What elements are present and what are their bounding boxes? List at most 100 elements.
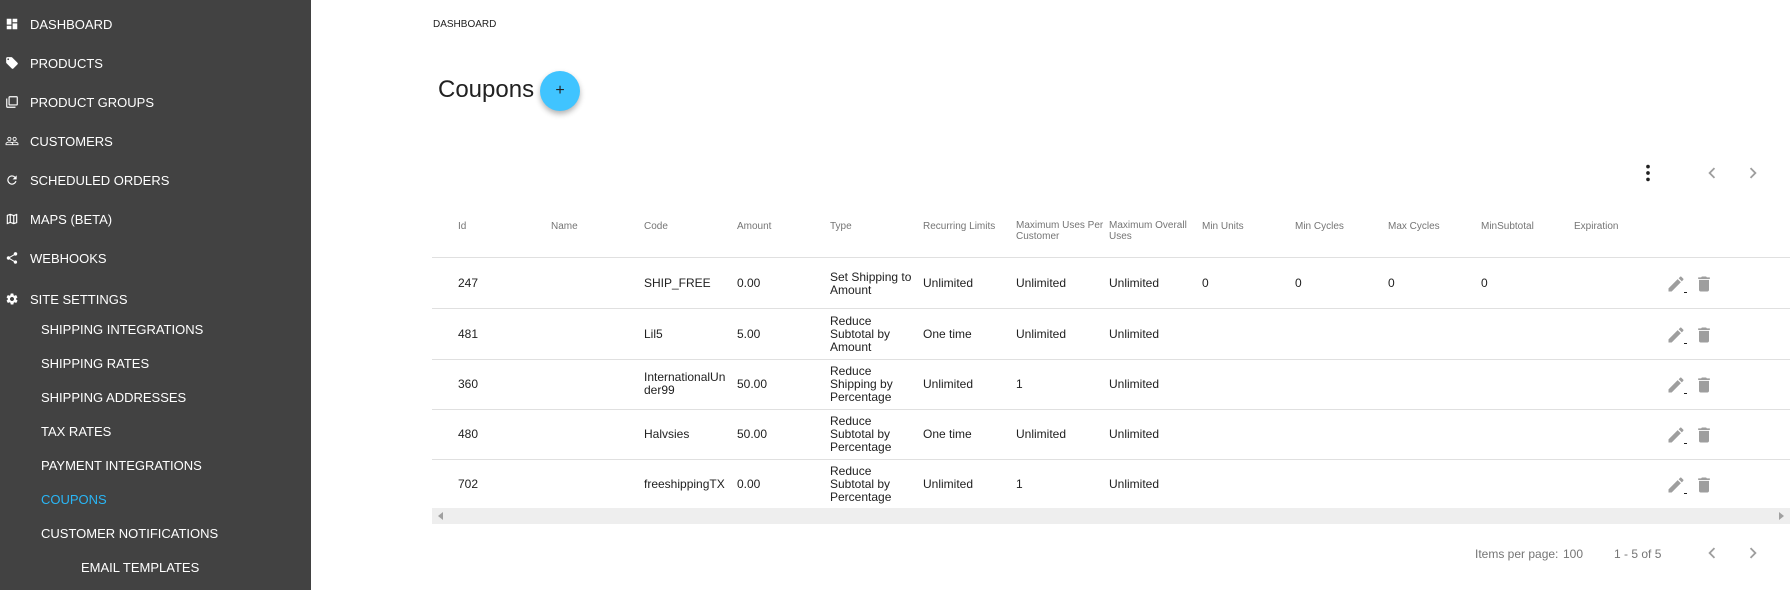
sidebar-item-email-templates[interactable]: EMAIL TEMPLATES	[81, 552, 199, 582]
table-row[interactable]: 481 Lil5 5.00 Reduce Subtotal by Amount …	[432, 310, 1790, 360]
cell-max-overall-uses: Unlimited	[1109, 427, 1160, 441]
delete-button[interactable]	[1692, 423, 1716, 447]
trash-icon	[1698, 327, 1710, 343]
edit-button[interactable]	[1664, 272, 1688, 296]
sidebar-item-label: CUSTOMERS	[30, 133, 113, 149]
cell-recurring-limits: One time	[923, 427, 972, 441]
cell-type: Reduce Subtotal by Percentage	[830, 464, 892, 504]
cell-amount: 0.00	[737, 276, 761, 290]
cell-recurring-limits: Unlimited	[923, 276, 974, 290]
page-title: Coupons	[438, 76, 535, 103]
page-range-label: 1 - 5 of 5	[1614, 547, 1662, 561]
sidebar-item-maps[interactable]: MAPS (BETA)	[0, 204, 112, 234]
sidebar-item-dashboard[interactable]: DASHBOARD	[0, 9, 112, 39]
edit-button[interactable]	[1664, 373, 1688, 397]
column-header-min-units[interactable]: Min Units	[1202, 221, 1292, 232]
map-icon	[5, 212, 19, 226]
column-header-code[interactable]: Code	[644, 221, 734, 232]
cell-max-cycles: 0	[1388, 276, 1395, 290]
breadcrumb[interactable]: DASHBOARD	[433, 19, 496, 30]
add-coupon-button[interactable]: +	[540, 71, 580, 111]
column-header-amount[interactable]: Amount	[737, 221, 827, 232]
column-header-expiration[interactable]: Expiration	[1574, 221, 1664, 232]
table-header: Id Name Code Amount Type Recurring Limit…	[432, 202, 1790, 258]
sidebar-item-shipping-rates[interactable]: SHIPPING RATES	[41, 348, 149, 378]
edit-button[interactable]	[1664, 423, 1688, 447]
cell-recurring-limits: Unlimited	[923, 377, 974, 391]
items-per-page-select[interactable]: 100	[1563, 547, 1583, 561]
delete-button[interactable]	[1692, 373, 1716, 397]
previous-page-button[interactable]	[1700, 541, 1724, 565]
cell-max-uses-per-customer: Unlimited	[1016, 276, 1067, 290]
cell-max-uses-per-customer: 1	[1016, 477, 1023, 491]
column-header-max-uses-per-customer[interactable]: Maximum Uses Per Customer	[1016, 220, 1106, 242]
sidebar-item-tax-rates[interactable]: TAX RATES	[41, 416, 111, 446]
sidebar-item-product-groups[interactable]: PRODUCT GROUPS	[0, 87, 154, 117]
sidebar-item-shipping-integrations[interactable]: SHIPPING INTEGRATIONS	[41, 314, 203, 344]
horizontal-scrollbar[interactable]	[432, 508, 1790, 524]
scroll-left-arrow-icon[interactable]	[438, 512, 443, 520]
cell-max-overall-uses: Unlimited	[1109, 377, 1160, 391]
sidebar-item-label: SHIPPING RATES	[41, 355, 150, 371]
column-header-recurring-limits[interactable]: Recurring Limits	[923, 221, 1013, 232]
sidebar-item-webhooks[interactable]: WEBHOOKS	[0, 243, 107, 273]
delete-button[interactable]	[1692, 473, 1716, 497]
trash-icon	[1698, 276, 1710, 292]
delete-button[interactable]	[1692, 272, 1716, 296]
pencil-icon	[1668, 276, 1684, 292]
previous-page-top-button[interactable]	[1700, 161, 1724, 185]
row-actions	[1664, 373, 1716, 397]
cell-recurring-limits: Unlimited	[923, 477, 974, 491]
sidebar-item-shipping-addresses[interactable]: SHIPPING ADDRESSES	[41, 382, 186, 412]
column-header-max-cycles[interactable]: Max Cycles	[1388, 221, 1478, 232]
chevron-right-icon	[1749, 547, 1757, 559]
delete-button[interactable]	[1692, 323, 1716, 347]
edit-button[interactable]	[1664, 323, 1688, 347]
cell-max-uses-per-customer: Unlimited	[1016, 427, 1067, 441]
column-header-max-overall-uses[interactable]: Maximum Overall Uses	[1109, 220, 1199, 242]
sidebar-item-label: COUPONS	[41, 491, 107, 507]
sidebar-item-products[interactable]: PRODUCTS	[0, 48, 103, 78]
cell-type: Reduce Subtotal by Percentage	[830, 414, 892, 454]
column-header-type[interactable]: Type	[830, 221, 920, 232]
column-header-id[interactable]: Id	[458, 221, 548, 232]
column-header-min-subtotal[interactable]: MinSubtotal	[1481, 221, 1571, 232]
sidebar-item-label: MAPS (BETA)	[30, 211, 113, 227]
cell-amount: 50.00	[737, 377, 768, 391]
cell-type: Reduce Shipping by Percentage	[830, 364, 893, 404]
edit-button[interactable]	[1664, 473, 1688, 497]
row-actions	[1664, 423, 1716, 447]
table-row[interactable]: 702 freeshippingTX 0.00 Reduce Subtotal …	[432, 460, 1790, 510]
table-row[interactable]: 360 InternationalUnder99 50.00 Reduce Sh…	[432, 360, 1790, 410]
table-row[interactable]: 480 Halvsies 50.00 Reduce Subtotal by Pe…	[432, 410, 1790, 460]
chevron-left-icon	[1708, 167, 1716, 179]
sidebar-item-label: TAX RATES	[41, 423, 112, 439]
cell-max-overall-uses: Unlimited	[1109, 276, 1160, 290]
more-options-button[interactable]	[1636, 161, 1660, 185]
sidebar-item-label: SITE SETTINGS	[30, 291, 128, 307]
next-page-top-button[interactable]	[1741, 161, 1765, 185]
cell-id: 702	[458, 477, 479, 491]
sidebar-item-label: DASHBOARD	[30, 16, 113, 32]
column-header-min-cycles[interactable]: Min Cycles	[1295, 221, 1385, 232]
sidebar: DASHBOARD PRODUCTS PRODUCT GROUPS CUSTOM…	[0, 0, 311, 590]
sidebar-item-site-settings[interactable]: SITE SETTINGS	[0, 284, 128, 314]
sidebar-item-customer-notifications[interactable]: CUSTOMER NOTIFICATIONS	[41, 518, 218, 548]
cell-recurring-limits: One time	[923, 327, 972, 341]
cell-max-overall-uses: Unlimited	[1109, 477, 1160, 491]
cell-max-overall-uses: Unlimited	[1109, 327, 1160, 341]
share-icon	[5, 251, 19, 265]
sidebar-item-customers[interactable]: CUSTOMERS	[0, 126, 113, 156]
sidebar-item-label: PRODUCTS	[30, 55, 103, 71]
table-row[interactable]: 247 SHIP_FREE 0.00 Set Shipping to Amoun…	[432, 259, 1790, 309]
row-actions	[1664, 473, 1716, 497]
next-page-button[interactable]	[1741, 541, 1765, 565]
sidebar-item-scheduled-orders[interactable]: SCHEDULED ORDERS	[0, 165, 169, 195]
people-icon	[5, 134, 19, 148]
scroll-right-arrow-icon[interactable]	[1779, 512, 1784, 520]
sidebar-item-coupons[interactable]: COUPONS	[41, 484, 107, 514]
pencil-icon	[1668, 477, 1684, 493]
column-header-name[interactable]: Name	[551, 221, 641, 232]
sidebar-item-payment-integrations[interactable]: PAYMENT INTEGRATIONS	[41, 450, 202, 480]
cell-id: 247	[458, 276, 479, 290]
